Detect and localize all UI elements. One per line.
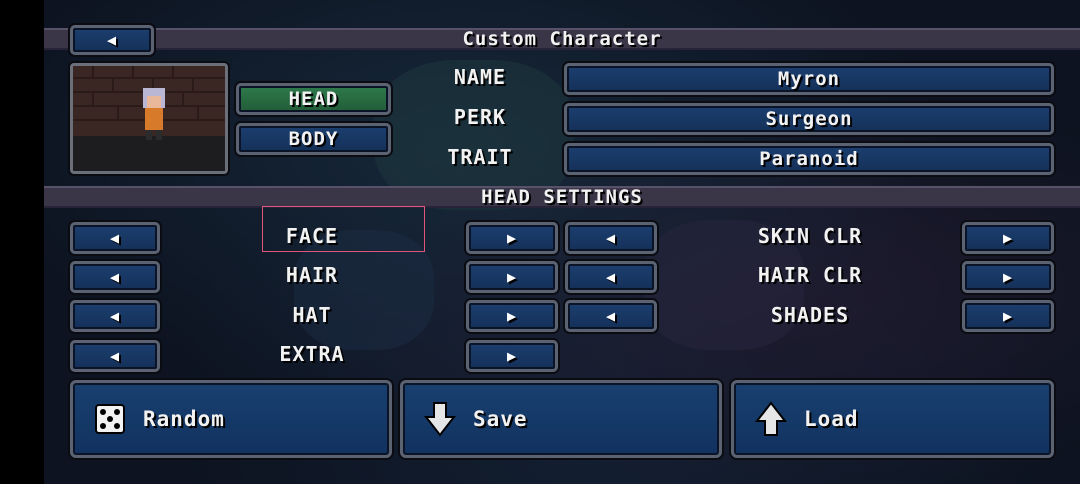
- right-arrow-icon: ▶: [1002, 307, 1014, 325]
- skin-clr-label: SKIN CLR: [757, 224, 863, 248]
- left-arrow-icon: ◀: [605, 268, 617, 286]
- tab-body-label: BODY: [288, 128, 339, 150]
- left-arrow-icon: ◀: [109, 229, 121, 247]
- left-arrow-icon: ◀: [605, 307, 617, 325]
- back-button[interactable]: ◀: [70, 25, 154, 55]
- shades-next-button[interactable]: ▶: [962, 300, 1054, 332]
- hair-prev-button[interactable]: ◀: [70, 261, 160, 293]
- hat-prev-button[interactable]: ◀: [70, 300, 160, 332]
- load-button[interactable]: Load: [731, 380, 1054, 458]
- left-arrow-icon: ◀: [109, 347, 121, 365]
- left-arrow-icon: ◀: [605, 229, 617, 247]
- perk-field[interactable]: Surgeon: [564, 103, 1054, 135]
- right-arrow-icon: ▶: [506, 307, 518, 325]
- skin-clr-prev-button[interactable]: ◀: [565, 222, 657, 254]
- left-arrow-icon: ◀: [109, 307, 121, 325]
- section-bar: HEAD SETTINGS: [44, 186, 1080, 208]
- header-bar: Custom Character: [44, 28, 1080, 50]
- shades-prev-button[interactable]: ◀: [565, 300, 657, 332]
- left-arrow-icon: ◀: [109, 268, 121, 286]
- right-arrow-icon: ▶: [1002, 229, 1014, 247]
- face-label: FACE: [285, 224, 339, 248]
- hair-clr-next-button[interactable]: ▶: [962, 261, 1054, 293]
- dice-icon: [91, 400, 129, 438]
- perk-label: PERK: [453, 105, 507, 129]
- hair-clr-prev-button[interactable]: ◀: [565, 261, 657, 293]
- trait-value: Paranoid: [759, 148, 859, 170]
- left-arrow-icon: ◀: [106, 31, 118, 49]
- down-arrow-icon: [421, 400, 459, 438]
- skin-clr-next-button[interactable]: ▶: [962, 222, 1054, 254]
- perk-value: Surgeon: [765, 108, 853, 130]
- extra-prev-button[interactable]: ◀: [70, 340, 160, 372]
- right-arrow-icon: ▶: [506, 268, 518, 286]
- extra-next-button[interactable]: ▶: [466, 340, 558, 372]
- hair-label: HAIR: [285, 263, 339, 287]
- right-arrow-icon: ▶: [506, 229, 518, 247]
- trait-label: TRAIT: [447, 145, 513, 169]
- save-label: Save: [473, 407, 528, 431]
- random-button[interactable]: Random: [70, 380, 392, 458]
- character-preview: [70, 63, 228, 174]
- tab-body[interactable]: BODY: [236, 123, 391, 155]
- name-label: NAME: [453, 65, 507, 89]
- random-label: Random: [143, 407, 225, 431]
- name-field[interactable]: Myron: [564, 63, 1054, 95]
- face-next-button[interactable]: ▶: [466, 222, 558, 254]
- tab-head[interactable]: HEAD: [236, 83, 391, 115]
- hair-next-button[interactable]: ▶: [466, 261, 558, 293]
- character-sprite: [73, 66, 225, 171]
- save-button[interactable]: Save: [400, 380, 722, 458]
- background-zombies: [294, 230, 434, 350]
- hair-clr-label: HAIR CLR: [757, 263, 863, 287]
- shades-label: SHADES: [770, 303, 850, 327]
- right-arrow-icon: ▶: [506, 347, 518, 365]
- tab-head-label: HEAD: [288, 88, 339, 110]
- extra-label: EXTRA: [279, 342, 345, 366]
- trait-field[interactable]: Paranoid: [564, 143, 1054, 175]
- up-arrow-icon: [752, 400, 790, 438]
- name-value: Myron: [777, 68, 841, 90]
- hat-label: HAT: [292, 303, 332, 327]
- page-title: Custom Character: [462, 28, 662, 50]
- hat-next-button[interactable]: ▶: [466, 300, 558, 332]
- right-arrow-icon: ▶: [1002, 268, 1014, 286]
- load-label: Load: [804, 407, 859, 431]
- section-title: HEAD SETTINGS: [481, 186, 643, 208]
- face-prev-button[interactable]: ◀: [70, 222, 160, 254]
